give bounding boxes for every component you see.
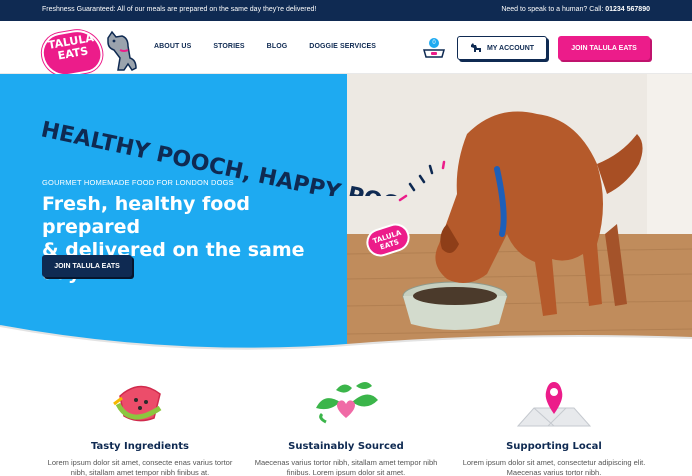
phone-link[interactable]: 01234 567890 xyxy=(605,6,650,13)
join-button[interactable]: JOIN TALULA EATS xyxy=(558,36,650,60)
announcement-bar: Freshness Guaranteed: All of our meals a… xyxy=(0,0,692,21)
my-account-button[interactable]: MY ACCOUNT xyxy=(457,36,547,60)
sparkle-dashes-icon xyxy=(398,160,446,202)
main-menu: ABOUT US STORIES BLOG DOGGIE SERVICES xyxy=(154,43,398,50)
cart-count-badge: 0 xyxy=(429,38,439,48)
nav-blog[interactable]: BLOG xyxy=(267,43,288,50)
feature-title: Supporting Local xyxy=(506,441,602,452)
nav-doggie-services[interactable]: DOGGIE SERVICES xyxy=(309,43,376,50)
dog-icon xyxy=(470,43,481,52)
feature-title: Tasty Ingredients xyxy=(91,441,189,452)
logo-dog-icon xyxy=(107,30,137,71)
feature-body: Lorem ipsum dolor sit amet, consecte ena… xyxy=(47,458,233,476)
hero-eyebrow: GOURMET HOMEMADE FOOD FOR LONDON DOGS xyxy=(42,178,234,187)
feature-body: Maecenas varius tortor nibh, sitallam am… xyxy=(254,458,438,476)
hero-join-button[interactable]: JOIN TALULA EATS xyxy=(42,255,132,277)
nav-about-us[interactable]: ABOUT US xyxy=(154,43,191,50)
my-account-label: MY ACCOUNT xyxy=(486,44,535,52)
help-contact: Need to speak to a human? Call: 01234 56… xyxy=(501,6,650,13)
nav-stories[interactable]: STORIES xyxy=(213,43,244,50)
features-section: Tasty Ingredients Lorem ipsum dolor sit … xyxy=(0,360,692,476)
cart-button[interactable]: 0 xyxy=(422,38,446,60)
hero-headline-line-1: Fresh, healthy food prepared xyxy=(42,193,251,238)
feature-body: Lorem ipsum dolor sit amet, consectetur … xyxy=(462,458,646,476)
hero-section: HEALTHY POOCH, HAPPY POOCH GOURMET HOMEM… xyxy=(0,74,692,360)
heart-leaves-icon xyxy=(316,382,378,424)
site-logo[interactable]: TALULA EATS xyxy=(38,26,140,80)
freshness-message: Freshness Guaranteed: All of our meals a… xyxy=(42,6,317,13)
watermelon-icon xyxy=(113,385,162,422)
hero-wave-divider xyxy=(0,325,692,360)
site-header: TALULA EATS ABOUT US STORIES BLOG DOGGIE… xyxy=(0,21,692,80)
bowl-logo-text: TALULA EATS xyxy=(371,228,403,252)
feature-title: Sustainably Sourced xyxy=(288,441,404,452)
help-text: Need to speak to a human? Call: xyxy=(501,6,606,13)
map-pin-icon xyxy=(516,382,592,427)
